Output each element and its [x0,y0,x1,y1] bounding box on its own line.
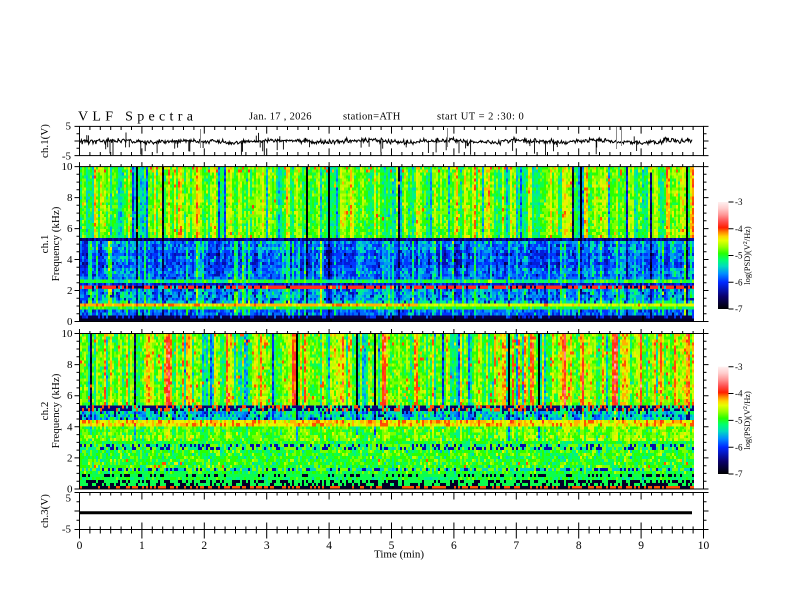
svg-text:5: 5 [66,493,72,505]
svg-text:6: 6 [67,390,73,402]
svg-text:-3: -3 [735,197,743,207]
svg-text:10: 10 [698,540,710,552]
svg-text:0: 0 [67,316,73,328]
svg-text:Frequency (kHz): Frequency (kHz) [50,373,62,448]
svg-text:Time (min): Time (min) [374,549,424,561]
svg-text:start UT = 2 :30: 0: start UT = 2 :30: 0 [437,112,524,123]
svg-text:4: 4 [67,421,73,433]
svg-text:-3: -3 [735,362,743,372]
svg-text:-5: -5 [735,251,743,261]
svg-text:-6: -6 [735,277,743,287]
svg-text:1: 1 [139,540,145,552]
svg-text:6: 6 [451,540,457,552]
svg-text:-4: -4 [735,389,743,399]
svg-text:10: 10 [62,161,74,173]
svg-text:2: 2 [201,540,207,552]
svg-text:log(PSD)(V2/Hz): log(PSD)(V2/Hz) [743,226,752,285]
svg-text:ch.3(V): ch.3(V) [39,494,51,528]
svg-text:-5: -5 [62,524,72,536]
svg-text:log(PSD)(V2/Hz): log(PSD)(V2/Hz) [743,391,752,450]
svg-text:2: 2 [67,452,73,464]
svg-text:4: 4 [67,254,73,266]
svg-text:ch.1(V): ch.1(V) [39,124,51,158]
svg-text:-7: -7 [735,304,743,314]
svg-text:7: 7 [513,540,519,552]
svg-text:2: 2 [67,285,73,297]
svg-text:4: 4 [326,540,332,552]
svg-text:5: 5 [66,121,72,133]
svg-text:-5: -5 [735,416,743,426]
svg-text:6: 6 [67,223,73,235]
svg-text:8: 8 [67,359,73,371]
svg-text:VLF Spectra: VLF Spectra [78,110,197,125]
svg-text:Jan. 17 , 2026: Jan. 17 , 2026 [249,112,312,123]
svg-text:-4: -4 [735,224,743,234]
svg-text:8: 8 [576,540,582,552]
svg-text:Frequency (kHz): Frequency (kHz) [50,206,62,281]
svg-text:-6: -6 [735,442,743,452]
svg-text:10: 10 [62,328,74,340]
svg-text:8: 8 [67,192,73,204]
svg-text:0: 0 [77,540,83,552]
svg-text:9: 9 [638,540,644,552]
svg-text:3: 3 [264,540,270,552]
svg-text:station=ATH: station=ATH [343,112,401,123]
svg-text:-7: -7 [735,469,743,479]
